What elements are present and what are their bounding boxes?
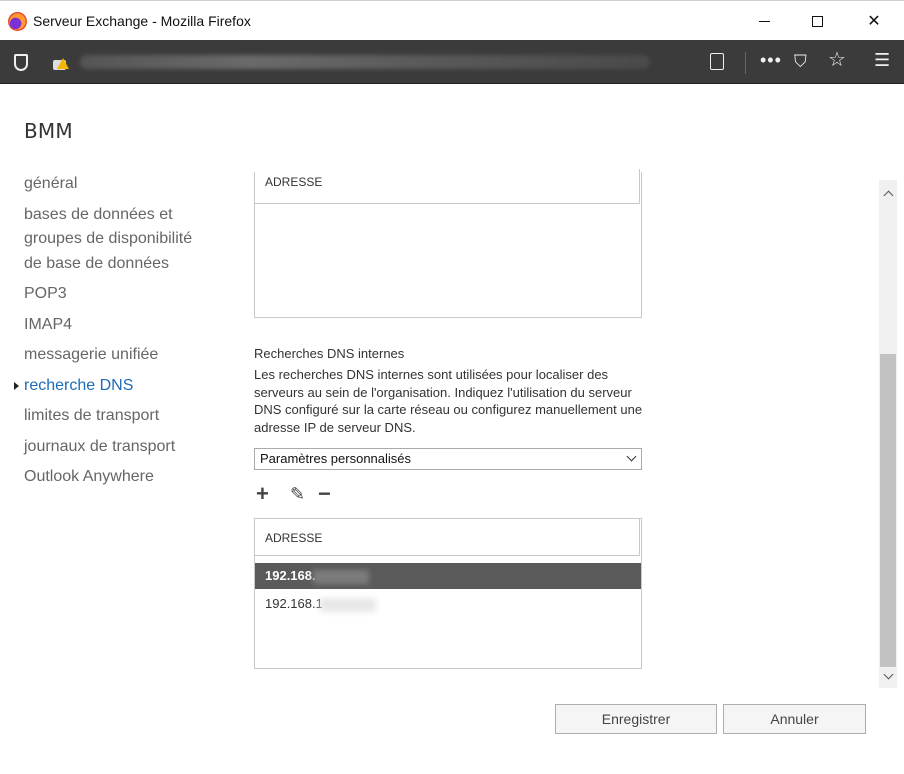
internal-dns-column-header[interactable]: ADRESSE	[255, 519, 640, 556]
external-dns-list[interactable]: ADRESSE	[254, 169, 642, 318]
internal-dns-mode-value: Paramètres personnalisés	[260, 451, 412, 466]
chevron-down-icon	[626, 451, 637, 462]
table-row[interactable]: 192.168.	[255, 563, 641, 589]
internal-dns-title: Recherches DNS internes	[254, 346, 405, 361]
nav-item-general[interactable]: général	[24, 172, 234, 197]
nav-item-dns-lookup[interactable]: recherche DNS	[14, 374, 234, 399]
cancel-button[interactable]: Annuler	[723, 704, 866, 734]
redacted-octet	[319, 597, 376, 612]
page-actions-menu-icon[interactable]: •••	[760, 50, 782, 70]
scroll-up-button[interactable]	[879, 186, 897, 202]
external-dns-column-header[interactable]: ADRESSE	[255, 169, 640, 204]
tracking-shield-icon[interactable]	[14, 54, 28, 71]
dns-address: 192.168.1	[265, 596, 323, 611]
browser-toolbar: ••• ⛉ ☆ ☰	[0, 40, 904, 84]
minimize-icon	[758, 20, 770, 22]
address-bar-url-redacted[interactable]	[80, 55, 650, 69]
internal-dns-list[interactable]: ADRESSE 192.168. 192.168.1	[254, 518, 642, 669]
scroll-thumb[interactable]	[880, 354, 896, 667]
maximize-button[interactable]	[803, 9, 831, 33]
firefox-logo-icon	[8, 12, 27, 31]
window-titlebar: Serveur Exchange - Mozilla Firefox ✕	[0, 0, 904, 40]
toolbar-separator	[745, 52, 746, 74]
reader-view-icon[interactable]	[710, 53, 724, 70]
window-title: Serveur Exchange - Mozilla Firefox	[33, 13, 251, 29]
table-row[interactable]: 192.168.1	[255, 591, 641, 617]
edit-pencil-icon[interactable]: ✎	[290, 482, 305, 506]
close-window-button[interactable]: ✕	[860, 9, 888, 33]
bookmark-star-icon[interactable]: ☆	[828, 50, 846, 70]
internal-dns-mode-select[interactable]: Paramètres personnalisés	[254, 448, 642, 470]
nav-item-pop3[interactable]: POP3	[24, 282, 234, 307]
chevron-down-icon	[883, 669, 893, 680]
hamburger-menu-icon[interactable]: ☰	[874, 50, 890, 70]
nav-item-databases[interactable]: bases de données et groupes de disponibi…	[24, 203, 214, 277]
add-icon[interactable]: +	[256, 482, 269, 506]
nav-item-transport-logs[interactable]: journaux de transport	[24, 435, 234, 460]
page-scrollbar[interactable]	[879, 180, 897, 688]
nav-item-outlook-anywhere[interactable]: Outlook Anywhere	[24, 465, 234, 490]
nav-item-imap4[interactable]: IMAP4	[24, 313, 234, 338]
dns-address: 192.168.	[265, 568, 316, 583]
scroll-down-button[interactable]	[879, 669, 897, 686]
insecure-lock-icon[interactable]	[52, 54, 69, 70]
left-nav: général bases de données et groupes de d…	[14, 172, 234, 496]
nav-item-transport-limits[interactable]: limites de transport	[24, 404, 234, 429]
remove-icon[interactable]: −	[318, 482, 331, 506]
save-button[interactable]: Enregistrer	[555, 704, 717, 734]
redacted-octet	[312, 569, 369, 584]
minimize-button[interactable]	[750, 9, 778, 33]
pocket-icon[interactable]: ⛉	[794, 52, 807, 72]
page-title: BMM	[24, 119, 73, 143]
maximize-icon	[811, 15, 823, 27]
nav-item-unified-messaging[interactable]: messagerie unifiée	[24, 343, 234, 368]
chevron-up-icon	[883, 190, 893, 201]
internal-dns-description: Les recherches DNS internes sont utilisé…	[254, 367, 643, 435]
